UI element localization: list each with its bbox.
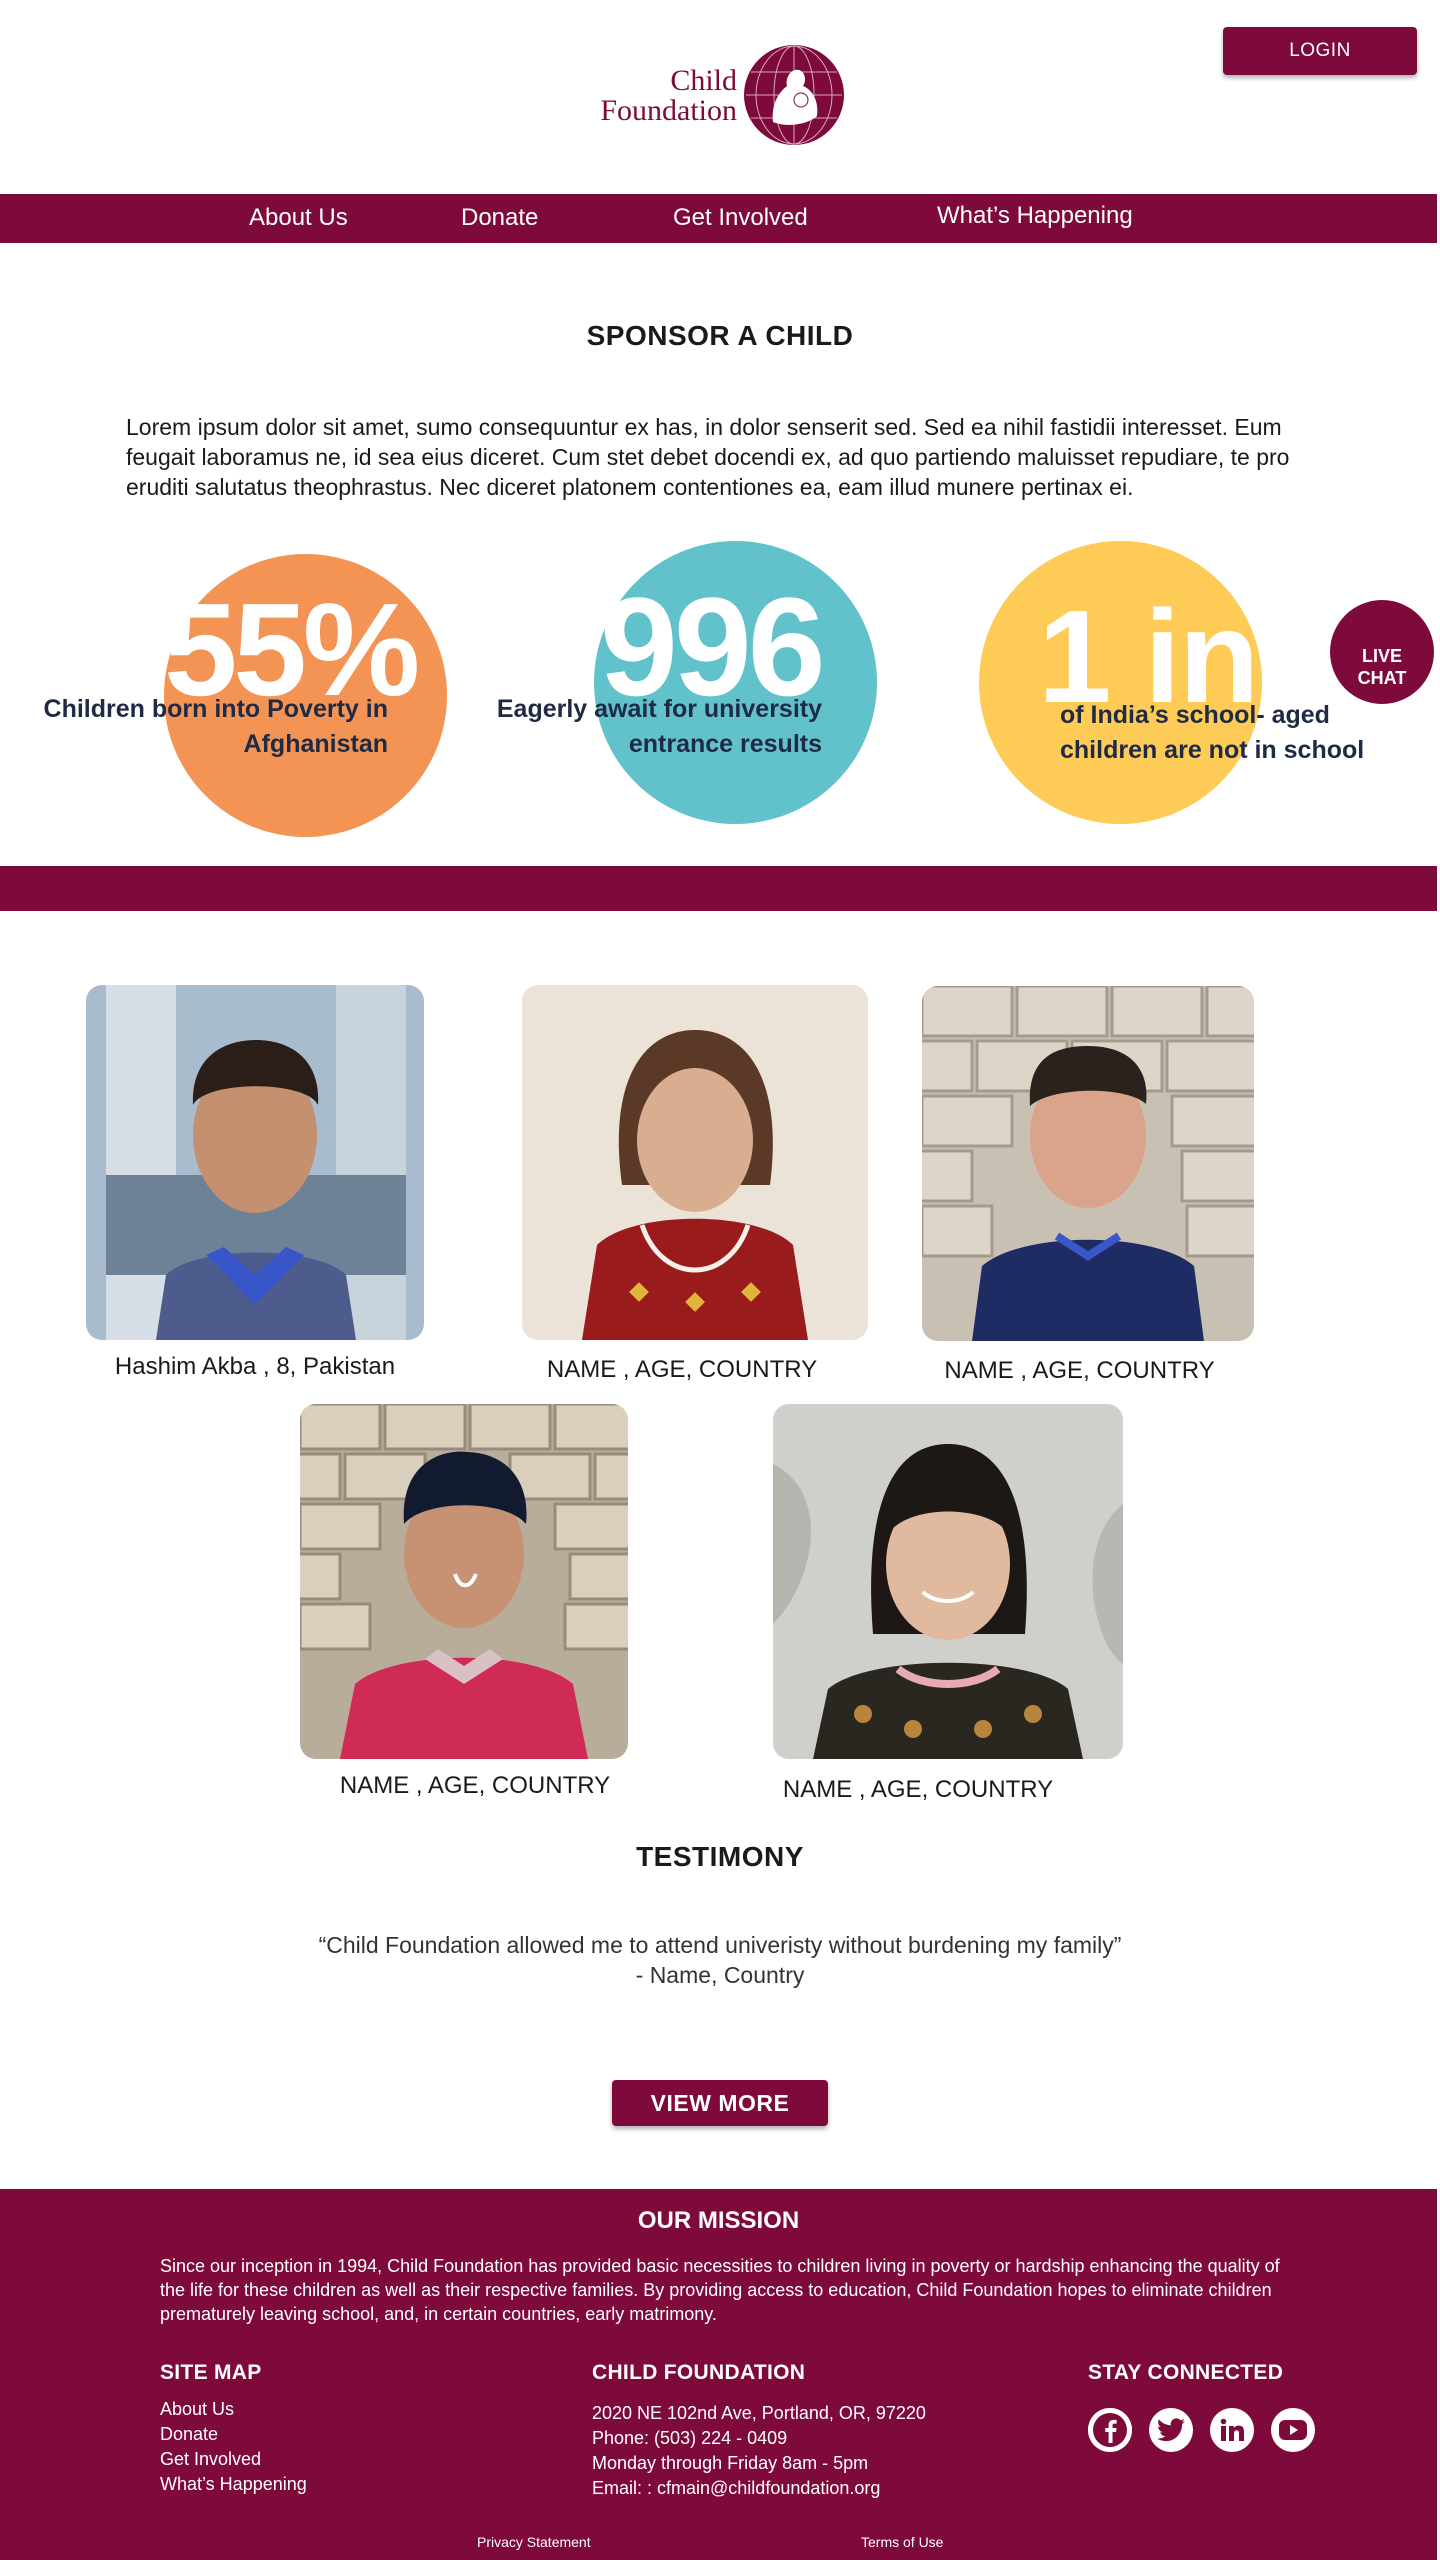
stat-label-poverty-line2: Afghanistan	[243, 730, 388, 758]
social-title: STAY CONNECTED	[1088, 2361, 1284, 2384]
linkedin-icon[interactable]	[1210, 2408, 1254, 2452]
child-portrait-image	[300, 1404, 628, 1759]
child-caption: Hashim Akba , 8, Pakistan	[114, 1353, 396, 1380]
mission-title: OUR MISSION	[637, 2207, 800, 2234]
live-chat-button[interactable]: LIVE CHAT	[1330, 600, 1434, 704]
sponsor-title: SPONSOR A CHILD	[586, 320, 854, 351]
live-chat-line2: CHAT	[1357, 668, 1407, 688]
stat-label-poverty-line1: Children born into Poverty in	[43, 695, 388, 723]
testimony-title: TESTIMONY	[636, 1841, 804, 1872]
login-button[interactable]: LOGIN	[1223, 27, 1417, 75]
stat-label-university: Eagerly await for university entrance re…	[470, 692, 822, 762]
youtube-icon[interactable]	[1271, 2408, 1315, 2452]
terms-of-use-link[interactable]: Terms of Use	[861, 2534, 943, 2550]
testimony-attribution: - Name, Country	[635, 1962, 805, 1988]
child-photo[interactable]	[773, 1404, 1123, 1759]
stat-label-poverty: Children born into Poverty in Afghanista…	[40, 692, 388, 762]
child-caption: NAME , AGE, COUNTRY	[339, 1772, 611, 1799]
org-address: 2020 NE 102nd Ave, Portland, OR, 97220	[592, 2403, 926, 2423]
org-hours: Monday through Friday 8am - 5pm	[592, 2453, 869, 2473]
child-photo[interactable]	[86, 985, 424, 1340]
sponsor-intro: Lorem ipsum dolor sit amet, sumo consequ…	[126, 414, 1290, 500]
child-portrait-image	[922, 986, 1254, 1341]
child-caption: NAME , AGE, COUNTRY	[782, 1776, 1054, 1803]
child-portrait-image	[86, 985, 424, 1340]
stat-label-university-line1: Eagerly await for university	[496, 695, 822, 723]
nav-get-involved[interactable]: Get Involved	[673, 204, 808, 232]
nav-about-us[interactable]: About Us	[249, 204, 348, 232]
main-nav: About Us Donate Get Involved What’s Happ…	[0, 194, 1437, 243]
logo-line-1: Child	[670, 64, 737, 97]
child-portrait-image	[773, 1404, 1123, 1759]
sitemap-link-donate[interactable]: Donate	[160, 2422, 307, 2447]
org-title: CHILD FOUNDATION	[592, 2361, 806, 2384]
org-phone[interactable]: Phone: (503) 224 - 0409	[592, 2426, 926, 2451]
header: Child Foundation LOGIN	[0, 0, 1440, 194]
child-photo[interactable]	[922, 986, 1254, 1341]
live-chat-line1: LIVE	[1361, 646, 1402, 666]
child-photo[interactable]	[300, 1404, 628, 1759]
view-more-button[interactable]: VIEW MORE	[612, 2080, 828, 2126]
nav-donate[interactable]: Donate	[461, 204, 538, 232]
twitter-icon[interactable]	[1149, 2408, 1193, 2452]
stat-label-school: of India’s school- aged children are not…	[1060, 698, 1370, 768]
sitemap-link-whats-happening[interactable]: What’s Happening	[160, 2472, 307, 2497]
logo-text: Child Foundation	[600, 66, 737, 126]
mission-text: Since our inception in 1994, Child Found…	[160, 2256, 1280, 2324]
child-foundation-logo[interactable]: Child Foundation	[583, 44, 845, 150]
section-divider	[0, 866, 1437, 911]
sitemap-link-get-involved[interactable]: Get Involved	[160, 2447, 307, 2472]
nav-whats-happening[interactable]: What’s Happening	[937, 202, 1133, 230]
sitemap-title: SITE MAP	[160, 2361, 262, 2384]
child-caption: NAME , AGE, COUNTRY	[944, 1357, 1215, 1384]
org-contact: 2020 NE 102nd Ave, Portland, OR, 97220 P…	[592, 2401, 926, 2501]
privacy-statement-link[interactable]: Privacy Statement	[477, 2534, 591, 2550]
stat-label-university-line2: entrance results	[628, 730, 822, 758]
stat-label-school-line2: children are not in school	[1060, 736, 1365, 764]
child-portrait-image	[522, 985, 868, 1340]
logo-line-2: Foundation	[600, 94, 737, 127]
facebook-icon[interactable]	[1088, 2408, 1132, 2452]
sitemap-link-about-us[interactable]: About Us	[160, 2397, 307, 2422]
child-photo[interactable]	[522, 985, 868, 1340]
globe-logo-icon	[744, 45, 844, 145]
sitemap-links: About Us Donate Get Involved What’s Happ…	[160, 2397, 307, 2497]
testimony-quote-text: “Child Foundation allowed me to attend u…	[318, 1932, 1122, 1958]
child-caption: NAME , AGE, COUNTRY	[546, 1356, 818, 1383]
org-email[interactable]: Email: : cfmain@childfoundation.org	[592, 2476, 926, 2501]
stat-label-school-line1: of India’s school- aged	[1060, 701, 1330, 729]
testimony-quote: “Child Foundation allowed me to attend u…	[0, 1930, 1440, 1990]
footer: OUR MISSION Since our inception in 1994,…	[0, 2189, 1437, 2560]
